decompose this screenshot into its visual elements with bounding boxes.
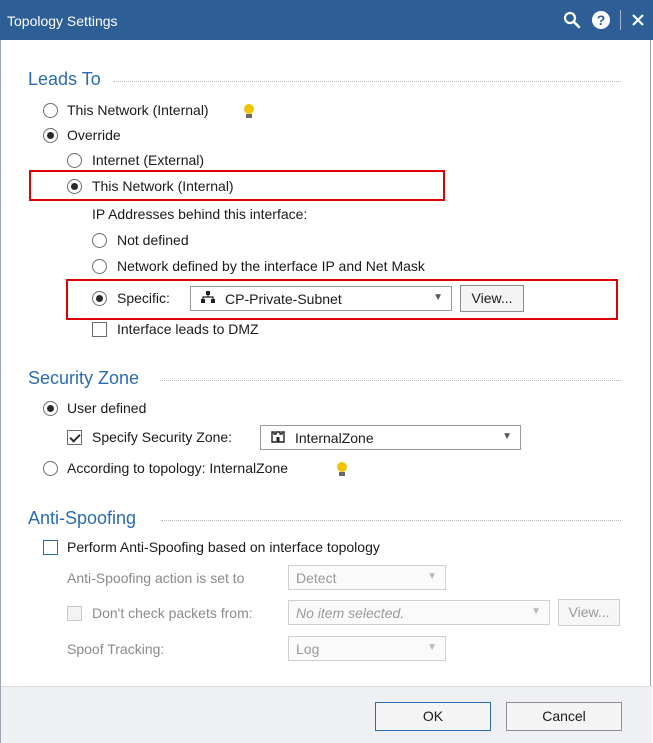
according-topology-radio[interactable] [43,461,58,476]
search-icon[interactable] [560,8,584,32]
specific-view-button[interactable]: View... [460,285,524,312]
dont-check-packets-placeholder: No item selected. [296,605,405,621]
security-zone-select[interactable]: InternalZone ▼ [260,425,521,450]
security-zone-value: InternalZone [295,430,374,446]
dont-check-packets-select[interactable]: No item selected. ▼ [288,600,550,625]
svg-text:?: ? [597,12,606,28]
titlebar-separator [620,10,621,30]
spoof-tracking-label: Spoof Tracking: [67,641,165,657]
according-topology-label: According to topology: InternalZone [67,460,289,476]
specific-network-select[interactable]: CP-Private-Subnet ▼ [190,286,452,311]
help-icon[interactable]: ? [589,8,613,32]
this-network-label: This Network (Internal) [67,102,209,118]
this-network-radio[interactable] [43,103,58,118]
chevron-down-icon: ▼ [502,431,512,442]
security-zone-title: Security Zone [28,368,140,388]
user-defined-radio[interactable] [43,401,58,416]
lightbulb-icon[interactable] [243,104,255,118]
section-divider [161,520,621,521]
anti-spoofing-action-label: Anti-Spoofing action is set to [67,570,245,586]
dont-check-packets-checkbox[interactable] [67,606,82,621]
anti-spoofing-action-value: Detect [296,570,337,586]
anti-spoofing-title: Anti-Spoofing [28,508,137,528]
override-label: Override [67,127,121,143]
dialog-footer: OK Cancel [1,686,652,743]
perform-anti-spoofing-checkbox[interactable] [43,540,58,555]
override-this-network-label: This Network (Internal) [92,178,234,194]
specific-network-value: CP-Private-Subnet [225,291,342,307]
spoof-tracking-value: Log [296,641,320,657]
override-radio[interactable] [43,128,58,143]
spoof-tracking-select[interactable]: Log ▼ [288,636,446,661]
dmz-label: Interface leads to DMZ [117,321,259,337]
ip-addresses-label: IP Addresses behind this interface: [92,206,308,222]
internet-external-radio[interactable] [67,153,82,168]
dont-check-view-button[interactable]: View... [558,599,620,626]
dont-check-packets-label: Don't check packets from: [92,605,253,621]
not-defined-label: Not defined [117,232,189,248]
perform-anti-spoofing-label: Perform Anti-Spoofing based on interface… [67,539,380,555]
specify-zone-label: Specify Security Zone: [92,429,233,445]
ok-button[interactable]: OK [375,702,491,731]
chevron-down-icon: ▼ [531,606,541,617]
close-icon[interactable] [626,8,650,32]
section-divider [113,81,621,82]
network-defined-label: Network defined by the interface IP and … [117,258,425,274]
dialog-body: Leads To This Network (Internal) Overrid… [0,40,652,743]
cancel-button[interactable]: Cancel [506,702,622,731]
section-divider [160,380,621,381]
user-defined-label: User defined [67,400,147,416]
lightbulb-icon[interactable] [336,462,348,476]
zone-icon [271,429,285,446]
network-icon [201,290,215,307]
leads-to-title: Leads To [28,69,101,89]
chevron-down-icon: ▼ [427,571,437,582]
chevron-down-icon: ▼ [427,642,437,653]
anti-spoofing-action-select[interactable]: Detect ▼ [288,565,446,590]
chevron-down-icon: ▼ [433,292,443,303]
specific-label: Specific: [117,290,170,306]
not-defined-radio[interactable] [92,233,107,248]
window-title: Topology Settings [7,13,118,29]
specific-radio[interactable] [92,291,107,306]
specify-zone-checkbox[interactable] [67,430,82,445]
title-bar: Topology Settings ? [0,0,653,40]
network-defined-radio[interactable] [92,259,107,274]
internet-external-label: Internet (External) [92,152,205,168]
dmz-checkbox[interactable] [92,322,107,337]
override-this-network-radio[interactable] [67,179,82,194]
